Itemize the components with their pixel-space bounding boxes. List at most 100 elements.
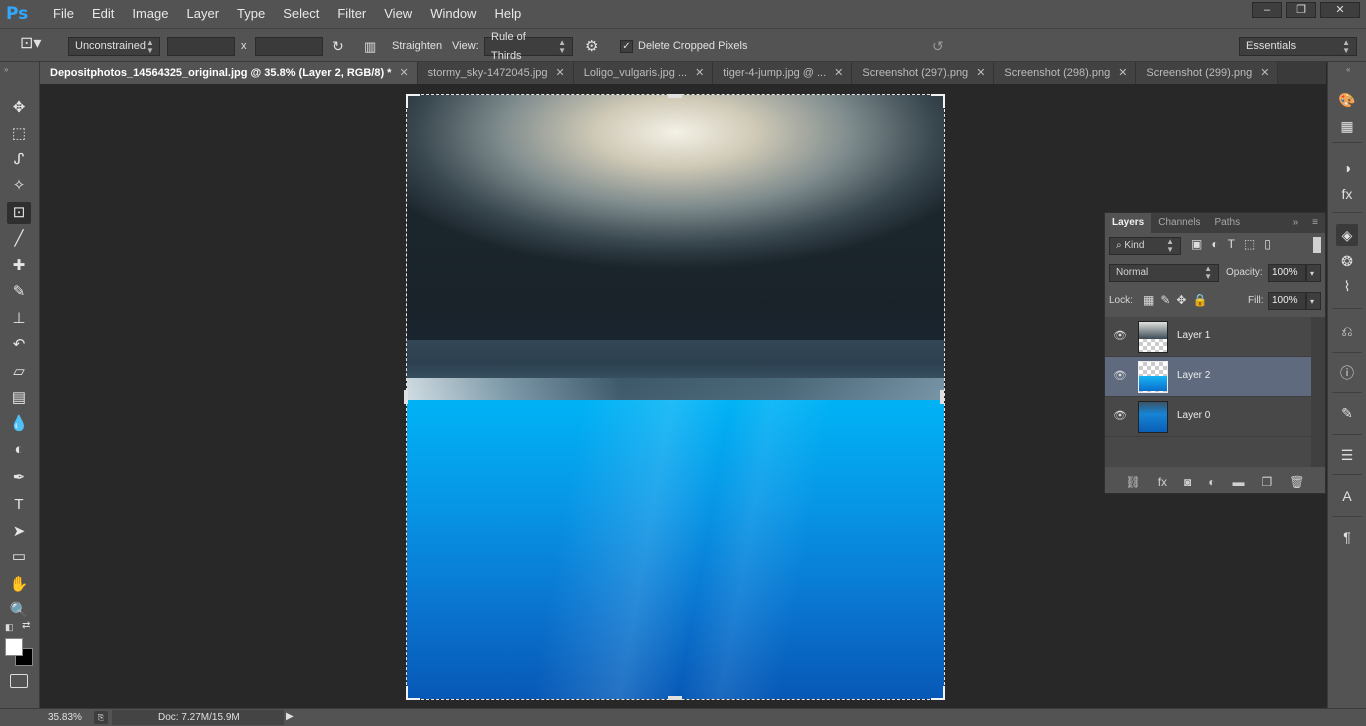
dodge-tool-icon[interactable]: ◐ [7, 439, 31, 461]
crop-handle-top-right[interactable] [931, 94, 945, 108]
document-tab[interactable]: Loligo_vulgaris.jpg ... ✕ [573, 62, 714, 84]
clone-stamp-tool-icon[interactable]: ⊥ [7, 308, 31, 330]
path-selection-tool-icon[interactable]: ➤ [7, 521, 31, 543]
document-tab[interactable]: Depositphotos_14564325_original.jpg @ 35… [40, 62, 418, 84]
type-tool-icon[interactable]: T [7, 494, 31, 516]
new-layer-icon[interactable]: ❐ [1261, 475, 1272, 489]
crop-handle-bottom-left[interactable] [406, 686, 420, 700]
properties-panel-icon[interactable]: ☰ [1336, 444, 1358, 466]
expand-panels-icon[interactable]: « [1346, 65, 1350, 74]
crop-handle-top[interactable] [668, 94, 682, 98]
menu-help[interactable]: Help [485, 0, 530, 28]
styles-panel-icon[interactable]: fx [1336, 183, 1358, 205]
crop-width-field[interactable] [167, 37, 235, 56]
history-brush-tool-icon[interactable]: ↶ [7, 334, 31, 356]
crop-preset-icon[interactable]: ⊡▾ [20, 34, 41, 53]
delete-layer-icon[interactable]: 🗑 [1289, 475, 1304, 489]
crop-box[interactable] [406, 94, 945, 700]
delete-cropped-checkbox[interactable]: ✓ [620, 37, 633, 56]
menu-edit[interactable]: Edit [83, 0, 123, 28]
crop-tool-icon[interactable]: ⊡ [7, 202, 31, 224]
close-tab-icon[interactable]: ✕ [976, 62, 985, 84]
menu-type[interactable]: Type [228, 0, 274, 28]
document-info-icon[interactable]: ⎘ [94, 711, 108, 724]
crop-handle-right[interactable] [940, 390, 944, 404]
magic-wand-tool-icon[interactable]: ✧ [7, 175, 31, 197]
swatches-panel-icon[interactable]: ▦ [1336, 115, 1358, 137]
layer-row-layer-2[interactable]: 👁 Layer 2 [1105, 357, 1311, 397]
adjustments-panel-icon[interactable]: ◑ [1336, 157, 1358, 179]
crop-handle-left[interactable] [404, 390, 408, 404]
close-tab-icon[interactable]: ✕ [1260, 62, 1269, 84]
crop-handle-top-left[interactable] [406, 94, 420, 108]
history-panel-icon[interactable]: ⎌ [1336, 320, 1358, 342]
adjustment-layer-icon[interactable]: ◐ [1208, 475, 1215, 489]
tab-layers[interactable]: Layers [1105, 213, 1152, 233]
lasso-tool-icon[interactable]: ᔑ [7, 149, 31, 171]
marquee-tool-icon[interactable]: ⬚ [7, 123, 31, 145]
rectangle-tool-icon[interactable]: ▭ [7, 546, 31, 568]
link-layers-icon[interactable]: ⛓ [1125, 475, 1140, 489]
menu-filter[interactable]: Filter [328, 0, 375, 28]
menu-window[interactable]: Window [421, 0, 485, 28]
lock-icons[interactable]: ▦✎✥🔒 [1143, 293, 1213, 307]
visibility-eye-icon[interactable]: 👁 [1113, 369, 1127, 383]
info-panel-icon[interactable]: ⓘ [1336, 362, 1358, 384]
hand-tool-icon[interactable]: ✋ [7, 574, 31, 596]
fill-dropdown-icon[interactable]: ▾ [1306, 292, 1321, 310]
close-tab-icon[interactable]: ✕ [1118, 62, 1127, 84]
document-tab[interactable]: Screenshot (299).png ✕ [1136, 62, 1279, 84]
brush-tool-icon[interactable]: ✎ [7, 281, 31, 303]
filter-icons[interactable]: ▣◐T⬚▯ [1191, 237, 1280, 251]
healing-brush-tool-icon[interactable]: ✚ [7, 255, 31, 277]
document-tab[interactable]: Screenshot (298).png ✕ [994, 62, 1137, 84]
color-panel-icon[interactable]: 🎨 [1336, 89, 1358, 111]
menu-image[interactable]: Image [123, 0, 177, 28]
menu-view[interactable]: View [375, 0, 421, 28]
character-panel-icon[interactable]: A [1336, 485, 1358, 507]
quick-mask-icon[interactable] [10, 674, 28, 688]
ratio-dropdown[interactable]: Unconstrained ▲ ▼ [68, 37, 160, 56]
eyedropper-tool-icon[interactable]: ╱ [7, 228, 31, 250]
layer-row-layer-0[interactable]: 👁 Layer 0 [1105, 397, 1311, 437]
add-mask-icon[interactable]: ◙ [1184, 475, 1191, 489]
close-tab-icon[interactable]: ✕ [834, 62, 843, 84]
crop-handle-bottom[interactable] [668, 696, 682, 700]
foreground-color-swatch[interactable] [5, 638, 23, 656]
tab-channels[interactable]: Channels [1151, 213, 1207, 233]
fill-field[interactable]: 100% [1268, 292, 1306, 310]
blend-mode-dropdown[interactable]: Normal ▲ ▼ [1109, 264, 1219, 282]
view-dropdown[interactable]: Rule of Thirds ▲ ▼ [484, 31, 573, 62]
menu-layer[interactable]: Layer [178, 0, 229, 28]
filter-toggle-icon[interactable] [1313, 237, 1321, 253]
zoom-level[interactable]: 35.83% [48, 712, 82, 723]
move-tool-icon[interactable]: ✥ [7, 97, 31, 119]
crop-handle-bottom-right[interactable] [931, 686, 945, 700]
default-colors-icon[interactable]: ◧ [5, 622, 14, 633]
menu-file[interactable]: File [44, 0, 83, 28]
status-menu-arrow-icon[interactable]: ▶ [286, 711, 294, 722]
close-tab-icon[interactable]: ✕ [695, 62, 704, 84]
visibility-eye-icon[interactable]: 👁 [1113, 329, 1127, 343]
straighten-label[interactable]: Straighten [392, 37, 442, 56]
swap-colors-icon[interactable]: ⇄ [22, 620, 30, 631]
channels-panel-icon[interactable]: ❂ [1336, 250, 1358, 272]
layers-scrollbar[interactable] [1311, 317, 1325, 467]
close-tab-icon[interactable]: ✕ [556, 62, 565, 84]
opacity-field[interactable]: 100% [1268, 264, 1306, 282]
menu-select[interactable]: Select [274, 0, 328, 28]
document-tab[interactable]: Screenshot (297).png ✕ [852, 62, 995, 84]
document-tab[interactable]: tiger-4-jump.jpg @ ... ✕ [713, 62, 853, 84]
crop-height-field[interactable] [255, 37, 323, 56]
layer-style-icon[interactable]: fx [1158, 475, 1167, 489]
minimize-button[interactable]: – [1252, 2, 1282, 18]
gear-icon[interactable]: ⚙ [585, 37, 598, 56]
layer-row-layer-1[interactable]: 👁 Layer 1 [1105, 317, 1311, 357]
panel-collapse-icon[interactable]: » [1286, 213, 1306, 233]
gradient-tool-icon[interactable]: ▤ [7, 387, 31, 409]
blur-tool-icon[interactable]: 💧 [7, 413, 31, 435]
document-tab[interactable]: stormy_sky-1472045.jpg ✕ [417, 62, 574, 84]
layers-panel-icon[interactable]: ◈ [1336, 224, 1358, 246]
paragraph-panel-icon[interactable]: ¶ [1336, 526, 1358, 548]
paths-panel-icon[interactable]: ⌇ [1336, 275, 1358, 297]
